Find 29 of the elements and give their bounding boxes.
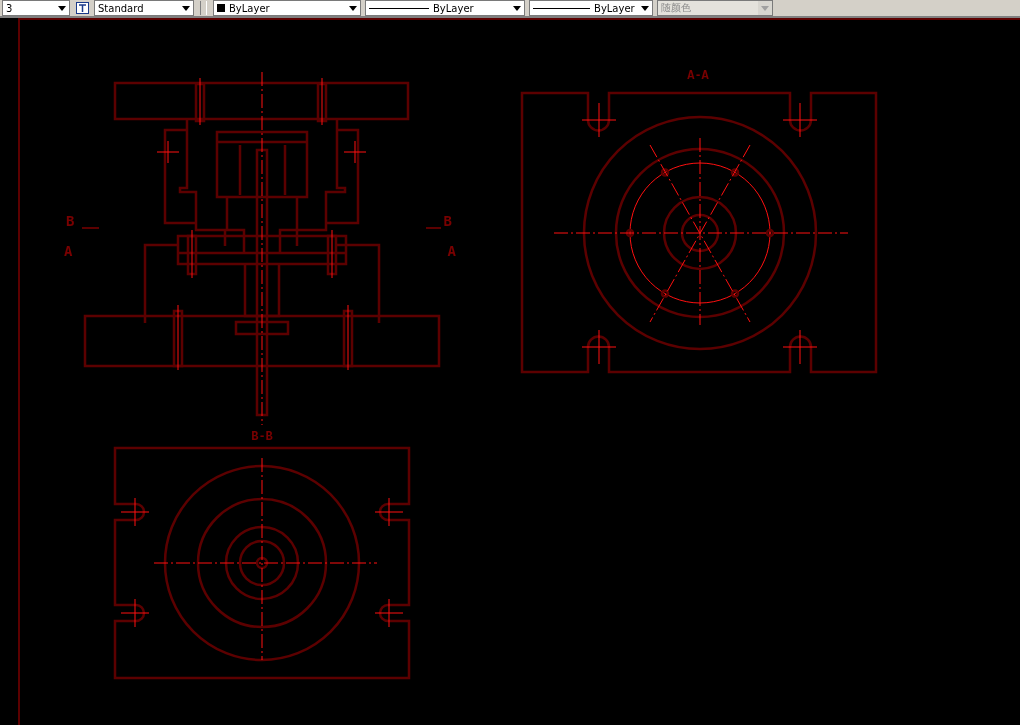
line-sample bbox=[369, 7, 429, 9]
section-label: B bbox=[66, 213, 75, 229]
section-label: A bbox=[64, 243, 73, 259]
section-label: B-B bbox=[251, 430, 273, 444]
dropdown-field[interactable]: ByLayer bbox=[365, 0, 525, 16]
dropdown-value: ByLayer bbox=[594, 2, 635, 14]
dropdown-field[interactable]: ByLayer bbox=[529, 0, 653, 16]
section-label: A bbox=[447, 243, 456, 259]
caret-icon bbox=[641, 5, 650, 11]
caret-icon bbox=[182, 5, 190, 11]
dropdown-value: 3 bbox=[6, 2, 14, 14]
section-label: B bbox=[443, 213, 452, 229]
dropdown-field[interactable]: Standard bbox=[94, 0, 194, 16]
dropdown-field[interactable]: ByLayer bbox=[213, 0, 361, 16]
dropdown-value: ByLayer bbox=[229, 2, 271, 14]
dropdown-value: ByLayer bbox=[433, 2, 475, 14]
caret-icon bbox=[513, 5, 521, 11]
dropdown-field[interactable]: 3 bbox=[2, 0, 70, 16]
caret-icon bbox=[761, 5, 769, 11]
caret-icon bbox=[349, 5, 357, 11]
text-style-icon[interactable] bbox=[74, 0, 90, 16]
dropdown-value: Standard bbox=[98, 2, 145, 14]
line-sample bbox=[533, 7, 590, 9]
cut-line bbox=[425, 227, 442, 229]
color-swatch bbox=[217, 4, 225, 12]
cut-line bbox=[81, 227, 100, 229]
dropdown-value: 随颜色 bbox=[661, 1, 692, 15]
section-label: A-A bbox=[687, 69, 709, 83]
caret-icon bbox=[58, 5, 66, 11]
